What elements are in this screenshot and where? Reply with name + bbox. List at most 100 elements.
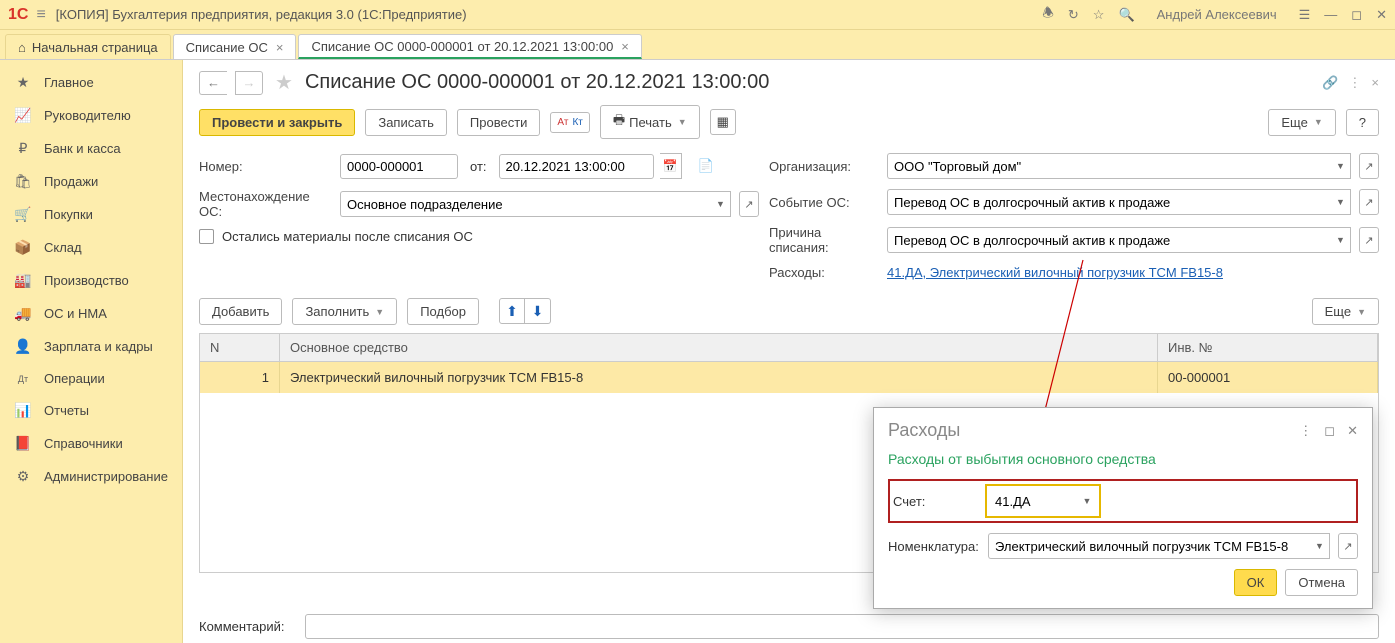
- account-input[interactable]: [989, 488, 1077, 514]
- post-button[interactable]: Провести: [457, 109, 541, 136]
- list-more-button[interactable]: Еще▼: [1312, 298, 1379, 325]
- comment-input[interactable]: [305, 614, 1379, 639]
- nav-back-button[interactable]: ←: [199, 71, 227, 95]
- location-input[interactable]: [340, 191, 711, 217]
- close-icon[interactable]: ×: [276, 40, 284, 55]
- sidebar-item-operations[interactable]: ДтОперации: [0, 363, 182, 394]
- open-ref-icon[interactable]: ↗: [1359, 227, 1379, 253]
- open-ref-icon[interactable]: ↗: [739, 191, 759, 217]
- help-button[interactable]: ?: [1346, 109, 1379, 136]
- chart-icon: 📈: [14, 107, 32, 124]
- org-input[interactable]: [887, 153, 1331, 179]
- dropdown-icon[interactable]: ▼: [1077, 488, 1097, 514]
- search-icon[interactable]: 🔍: [1118, 7, 1134, 23]
- bell-icon[interactable]: 🕭: [1042, 4, 1054, 26]
- sidebar-item-warehouse[interactable]: 📦Склад: [0, 231, 182, 264]
- ok-button[interactable]: ОК: [1234, 569, 1278, 596]
- event-label: Событие ОС:: [769, 195, 881, 210]
- more-button[interactable]: Еще▼: [1268, 109, 1335, 136]
- cancel-button[interactable]: Отмена: [1285, 569, 1358, 596]
- col-name[interactable]: Основное средство: [280, 334, 1158, 361]
- dropdown-icon[interactable]: ▼: [1331, 227, 1351, 253]
- popup-subtitle: Расходы от выбытия основного средства: [888, 451, 1358, 467]
- history-icon[interactable]: ↻: [1068, 7, 1079, 23]
- sidebar-item-reports[interactable]: 📊Отчеты: [0, 394, 182, 427]
- popup-more-icon[interactable]: ⋮: [1299, 423, 1312, 439]
- col-inv[interactable]: Инв. №: [1158, 334, 1378, 361]
- nav-forward-button[interactable]: →: [235, 71, 263, 95]
- tab-home[interactable]: ⌂ Начальная страница: [5, 34, 171, 59]
- calendar-icon[interactable]: 📅: [660, 153, 682, 179]
- number-input[interactable]: [340, 154, 458, 179]
- close-doc-icon[interactable]: ×: [1371, 75, 1379, 90]
- expenses-link[interactable]: 41.ДА, Электрический вилочный погрузчик …: [887, 265, 1223, 280]
- print-button[interactable]: 🖶Печать▼: [600, 105, 700, 139]
- sidebar-item-assets[interactable]: 🚚ОС и НМА: [0, 297, 182, 330]
- expenses-popup: Расходы ⋮ ◻ ✕ Расходы от выбытия основно…: [873, 407, 1373, 609]
- event-input[interactable]: [887, 189, 1331, 215]
- settings-icon[interactable]: ☰: [1299, 7, 1311, 23]
- tab-list-label: Списание ОС: [186, 40, 268, 55]
- account-label: Счет:: [893, 494, 979, 509]
- sidebar-item-admin[interactable]: ⚙Администрирование: [0, 460, 182, 493]
- sidebar-item-purchases[interactable]: 🛒Покупки: [0, 198, 182, 231]
- link-icon[interactable]: 🔗: [1322, 75, 1338, 91]
- dropdown-icon[interactable]: ▼: [1310, 533, 1330, 559]
- minimize-icon[interactable]: —: [1324, 7, 1337, 22]
- favorite-icon[interactable]: ★: [275, 70, 293, 95]
- menu-icon[interactable]: ≡: [36, 6, 45, 24]
- comment-label: Комментарий:: [199, 619, 299, 634]
- open-ref-icon[interactable]: ↗: [1359, 153, 1379, 179]
- sidebar-item-bank[interactable]: ₽Банк и касса: [0, 132, 182, 165]
- star-icon[interactable]: ☆: [1093, 7, 1105, 23]
- reason-input[interactable]: [887, 227, 1331, 253]
- dropdown-icon[interactable]: ▼: [1331, 189, 1351, 215]
- maximize-icon[interactable]: ◻: [1351, 7, 1362, 23]
- open-ref-icon[interactable]: ↗: [1338, 533, 1358, 559]
- nomen-input[interactable]: [988, 533, 1310, 559]
- more-icon[interactable]: ⋮: [1348, 75, 1361, 91]
- popup-maximize-icon[interactable]: ◻: [1324, 423, 1335, 439]
- fill-button[interactable]: Заполнить▼: [292, 298, 397, 325]
- add-button[interactable]: Добавить: [199, 298, 282, 325]
- box-icon: 📦: [14, 239, 32, 256]
- col-n[interactable]: N: [200, 334, 280, 361]
- remains-checkbox[interactable]: [199, 229, 214, 244]
- dropdown-icon[interactable]: ▼: [1331, 153, 1351, 179]
- ruble-icon: ₽: [14, 140, 32, 157]
- sidebar-item-hr[interactable]: 👤Зарплата и кадры: [0, 330, 182, 363]
- doc-status-icon[interactable]: 📄: [698, 158, 714, 174]
- sidebar-item-main[interactable]: ★Главное: [0, 66, 182, 99]
- sidebar-item-production[interactable]: 🏭Производство: [0, 264, 182, 297]
- nomen-label: Номенклатура:: [888, 539, 982, 554]
- select-button[interactable]: Подбор: [407, 298, 479, 325]
- close-window-icon[interactable]: ✕: [1376, 7, 1387, 23]
- popup-close-icon[interactable]: ✕: [1347, 423, 1358, 439]
- structure-button[interactable]: ▦: [710, 109, 736, 135]
- expenses-label: Расходы:: [769, 265, 881, 280]
- date-input[interactable]: [499, 154, 654, 179]
- location-label: Местонахождение ОС:: [199, 189, 334, 219]
- move-up-button[interactable]: ⬆: [499, 298, 525, 324]
- dtkt-button[interactable]: АтКт: [550, 112, 589, 133]
- bag-icon: 🛍: [14, 173, 32, 190]
- tab-list[interactable]: Списание ОС ×: [173, 34, 297, 59]
- post-close-button[interactable]: Провести и закрыть: [199, 109, 355, 136]
- user-name[interactable]: Андрей Алексеевич: [1157, 7, 1277, 22]
- close-icon[interactable]: ×: [621, 39, 629, 54]
- doc-title: Списание ОС 0000-000001 от 20.12.2021 13…: [305, 71, 769, 94]
- table-row[interactable]: 1 Электрический вилочный погрузчик TCM F…: [200, 362, 1378, 393]
- save-button[interactable]: Записать: [365, 109, 447, 136]
- number-label: Номер:: [199, 159, 334, 174]
- tabbar: ⌂ Начальная страница Списание ОС × Списа…: [0, 30, 1395, 60]
- open-ref-icon[interactable]: ↗: [1359, 189, 1379, 215]
- sidebar-item-manager[interactable]: 📈Руководителю: [0, 99, 182, 132]
- cell-inv: 00-000001: [1158, 362, 1378, 393]
- app-title: [КОПИЯ] Бухгалтерия предприятия, редакци…: [56, 7, 1042, 22]
- tab-doc[interactable]: Списание ОС 0000-000001 от 20.12.2021 13…: [298, 34, 641, 59]
- move-down-button[interactable]: ⬇: [525, 298, 551, 324]
- dropdown-icon[interactable]: ▼: [711, 191, 731, 217]
- sidebar-item-catalogs[interactable]: 📕Справочники: [0, 427, 182, 460]
- sidebar-item-sales[interactable]: 🛍Продажи: [0, 165, 182, 198]
- star-icon: ★: [14, 74, 32, 91]
